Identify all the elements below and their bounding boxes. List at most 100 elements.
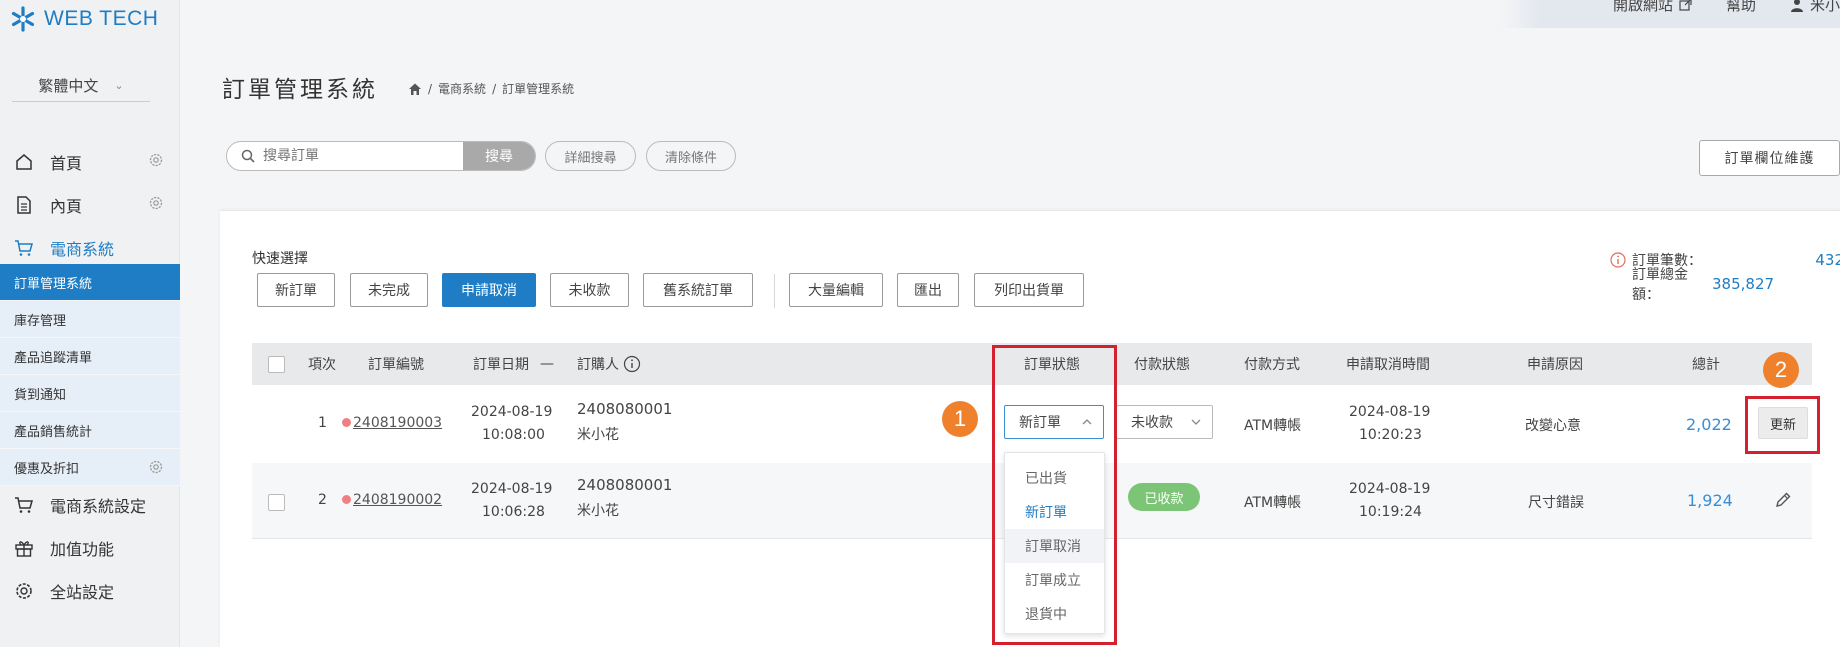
sidebar-subitem-label: 產品銷售統計 xyxy=(14,424,93,440)
sidebar-item-label: 內頁 xyxy=(50,196,83,216)
column-payment-method: 付款方式 xyxy=(1244,357,1300,373)
sidebar-item-site-settings[interactable]: 全站設定 xyxy=(0,569,180,612)
order-total-value: 385,827 xyxy=(1712,275,1775,293)
info-icon xyxy=(1610,252,1626,268)
gear-icon[interactable] xyxy=(148,195,164,211)
chevron-down-icon xyxy=(1191,419,1201,425)
breadcrumb-item[interactable]: 電商系統 xyxy=(438,80,486,97)
search-box: 搜尋 xyxy=(226,141,536,171)
sidebar-item-ecommerce[interactable]: 電商系統 xyxy=(0,226,180,269)
select-all-checkbox[interactable] xyxy=(268,355,285,373)
payment-status-value: 未收款 xyxy=(1131,415,1173,431)
column-payment-status: 付款狀態 xyxy=(1134,357,1190,373)
buyer-name: 米小花 xyxy=(577,503,619,519)
row-checkbox[interactable] xyxy=(268,494,285,511)
sidebar-item-label: 電商系統 xyxy=(50,239,115,259)
gear-icon[interactable] xyxy=(148,459,164,475)
cancel-date: 2024-08-19 xyxy=(1349,481,1431,497)
column-total: 總計 xyxy=(1692,357,1720,373)
help-link[interactable]: 幫助 xyxy=(1726,0,1756,15)
user-menu[interactable]: 米小 xyxy=(1790,0,1840,15)
order-number-link[interactable]: 2408190003 xyxy=(353,415,442,431)
quick-unpaid-button[interactable]: 未收款 xyxy=(550,273,629,307)
sidebar-subitem-order-management[interactable]: 訂單管理系統 xyxy=(0,264,180,301)
status-dot xyxy=(342,495,351,504)
search-input[interactable] xyxy=(263,148,453,164)
user-name: 米小 xyxy=(1809,0,1840,14)
order-date: 2024-08-19 xyxy=(471,481,553,497)
sidebar-subitem-inventory[interactable]: 庫存管理 xyxy=(0,301,180,338)
pencil-edit-icon[interactable] xyxy=(1774,491,1792,509)
order-total[interactable]: 2,022 xyxy=(1686,415,1732,434)
highlight-box-status xyxy=(992,345,1117,645)
column-maintenance-button[interactable]: 訂單欄位維護 xyxy=(1699,140,1840,176)
order-number[interactable]: 2408190002 xyxy=(342,492,442,508)
sidebar-subitem-arrival-notice[interactable]: 貨到通知 xyxy=(0,375,180,412)
order-time: 10:06:28 xyxy=(482,504,545,520)
column-order-no: 訂單編號 xyxy=(368,357,424,373)
breadcrumb: / 電商系統 / 訂單管理系統 xyxy=(408,80,574,97)
sort-indicator[interactable]: — xyxy=(540,343,554,385)
brand-logo[interactable]: WEB TECH xyxy=(10,6,158,32)
home-icon[interactable] xyxy=(408,82,422,96)
row-index: 2 xyxy=(318,492,327,508)
sidebar-item-label: 全站設定 xyxy=(50,582,115,602)
sidebar-subitem-label: 優惠及折扣 xyxy=(14,461,80,477)
print-shipping-button[interactable]: 列印出貨單 xyxy=(974,273,1084,307)
home-icon xyxy=(14,152,34,172)
column-cancel-reason: 申請原因 xyxy=(1527,357,1583,373)
sidebar-item-addons[interactable]: 加值功能 xyxy=(0,526,180,569)
advanced-search-button[interactable]: 詳細搜尋 xyxy=(545,141,636,171)
breadcrumb-separator: / xyxy=(492,81,497,96)
quick-new-orders-button[interactable]: 新訂單 xyxy=(257,273,335,307)
sidebar-item-home[interactable]: 首頁 xyxy=(0,140,180,183)
column-buyer: 訂購人 xyxy=(577,343,641,385)
language-select[interactable]: 繁體中文 ⌄ xyxy=(12,70,150,102)
buyer-name: 米小花 xyxy=(577,427,619,443)
sidebar-item-label: 加值功能 xyxy=(50,539,115,559)
export-button[interactable]: 匯出 xyxy=(897,273,959,307)
payment-method: ATM轉帳 xyxy=(1244,418,1302,434)
order-date: 2024-08-19 xyxy=(471,404,553,420)
user-icon xyxy=(1790,0,1803,12)
help-label: 幫助 xyxy=(1725,0,1756,14)
top-bar: 開啟網站 幫助 米小 xyxy=(1500,0,1840,28)
open-site-label: 開啟網站 xyxy=(1612,0,1673,14)
sidebar-subitem-discounts[interactable]: 優惠及折扣 xyxy=(0,449,180,486)
order-total[interactable]: 1,924 xyxy=(1687,491,1733,510)
order-number-link[interactable]: 2408190002 xyxy=(353,492,442,508)
sidebar-item-ecommerce-settings[interactable]: 電商系統設定 xyxy=(0,483,180,526)
quick-legacy-orders-button[interactable]: 舊系統訂單 xyxy=(643,273,753,307)
payment-status-badge: 已收款 xyxy=(1128,483,1200,511)
column-order-date[interactable]: 訂單日期 xyxy=(473,343,529,385)
clear-filters-button[interactable]: 清除條件 xyxy=(646,141,736,171)
column-buyer-label: 訂購人 xyxy=(577,357,619,373)
step-badge-2: 2 xyxy=(1763,352,1799,388)
status-dot xyxy=(342,418,351,427)
row-index: 1 xyxy=(318,415,327,431)
sidebar-subitem-label: 貨到通知 xyxy=(14,387,67,403)
quick-select-label: 快速選擇 xyxy=(252,251,308,267)
sidebar-subitem-label: 產品追蹤清單 xyxy=(14,350,93,366)
logo-text: WEB TECH xyxy=(44,7,159,30)
cart-icon xyxy=(14,495,34,515)
order-time: 10:08:00 xyxy=(482,427,545,443)
sidebar-item-page[interactable]: 內頁 xyxy=(0,183,180,226)
bulk-edit-button[interactable]: 大量編輯 xyxy=(789,273,883,307)
gear-icon[interactable] xyxy=(148,152,164,168)
page-title: 訂單管理系統 xyxy=(222,77,378,103)
sidebar-subitem-sales-stats[interactable]: 產品銷售統計 xyxy=(0,412,180,449)
search-button[interactable]: 搜尋 xyxy=(463,142,535,170)
order-number[interactable]: 2408190003 xyxy=(342,415,442,431)
sidebar-subitem-product-tracking[interactable]: 產品追蹤清單 xyxy=(0,338,180,375)
open-site-link[interactable]: 開啟網站 xyxy=(1613,0,1692,15)
info-icon[interactable] xyxy=(623,355,641,373)
quick-incomplete-button[interactable]: 未完成 xyxy=(350,273,428,307)
quick-cancel-request-button[interactable]: 申請取消 xyxy=(442,273,536,307)
breadcrumb-separator: / xyxy=(428,81,433,96)
column-cancel-time: 申請取消時間 xyxy=(1346,357,1430,373)
quick-divider xyxy=(774,274,775,308)
cancel-time: 10:19:24 xyxy=(1359,504,1422,520)
cancel-time: 10:20:23 xyxy=(1359,427,1422,443)
payment-status-select[interactable]: 未收款 xyxy=(1116,405,1213,439)
